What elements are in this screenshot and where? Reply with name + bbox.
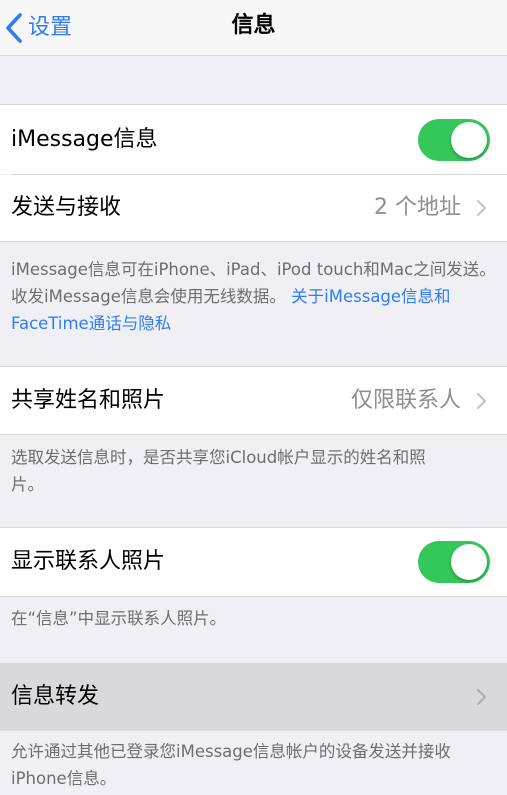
separator xyxy=(0,434,507,435)
share-name-photo-value: 仅限联系人 xyxy=(350,387,461,413)
chevron-left-icon xyxy=(4,12,24,44)
forwarding-footer: 允许通过其他已登录您iMessage信息帐户的设备发送并接收iPhone信息。 xyxy=(11,738,497,792)
back-button[interactable]: 设置 xyxy=(0,0,72,56)
forwarding-row[interactable]: 信息转发 xyxy=(0,663,507,731)
page-title: 信息 xyxy=(231,13,276,38)
show-contact-photos-toggle[interactable] xyxy=(418,541,490,583)
chevron-right-icon xyxy=(476,199,487,221)
imessage-toggle[interactable] xyxy=(418,118,490,161)
share-footer: 选取发送信息时，是否共享您iCloud帐户显示的姓名和照片。 xyxy=(11,444,451,498)
chevron-right-icon xyxy=(476,688,487,710)
back-button-label: 设置 xyxy=(28,15,73,40)
forwarding-label: 信息转发 xyxy=(11,684,100,709)
chevron-right-icon xyxy=(476,392,487,414)
imessage-footer: iMessage信息可在iPhone、iPad、iPod touch和Mac之间… xyxy=(11,256,497,337)
show-contact-photos-label: 显示联系人照片 xyxy=(11,549,166,574)
forwarding-footer-text: 允许通过其他已登录您iMessage信息帐户的设备发送并接收iPhone信息。 xyxy=(11,742,451,788)
share-name-photo-row[interactable]: 共享姓名和照片 仅限联系人 xyxy=(0,367,507,434)
navigation-bar: 设置 信息 xyxy=(0,0,507,56)
toggle-knob xyxy=(451,544,487,580)
imessage-row: iMessage信息 xyxy=(0,105,507,174)
share-footer-text: 选取发送信息时，是否共享您iCloud帐户显示的姓名和照片。 xyxy=(11,448,426,494)
contact-photos-footer-text: 在“信息”中显示联系人照片。 xyxy=(11,609,227,628)
separator xyxy=(0,241,507,242)
toggle-knob xyxy=(451,121,487,158)
send-receive-row[interactable]: 发送与接收 2 个地址 xyxy=(0,175,507,241)
separator xyxy=(0,596,507,597)
show-contact-photos-row: 显示联系人照片 xyxy=(0,528,507,596)
imessage-label: iMessage信息 xyxy=(11,126,158,152)
contact-photos-footer: 在“信息”中显示联系人照片。 xyxy=(11,605,497,632)
share-name-photo-label: 共享姓名和照片 xyxy=(11,387,166,413)
send-receive-value: 2 个地址 xyxy=(374,195,461,220)
send-receive-label: 发送与接收 xyxy=(11,195,122,220)
